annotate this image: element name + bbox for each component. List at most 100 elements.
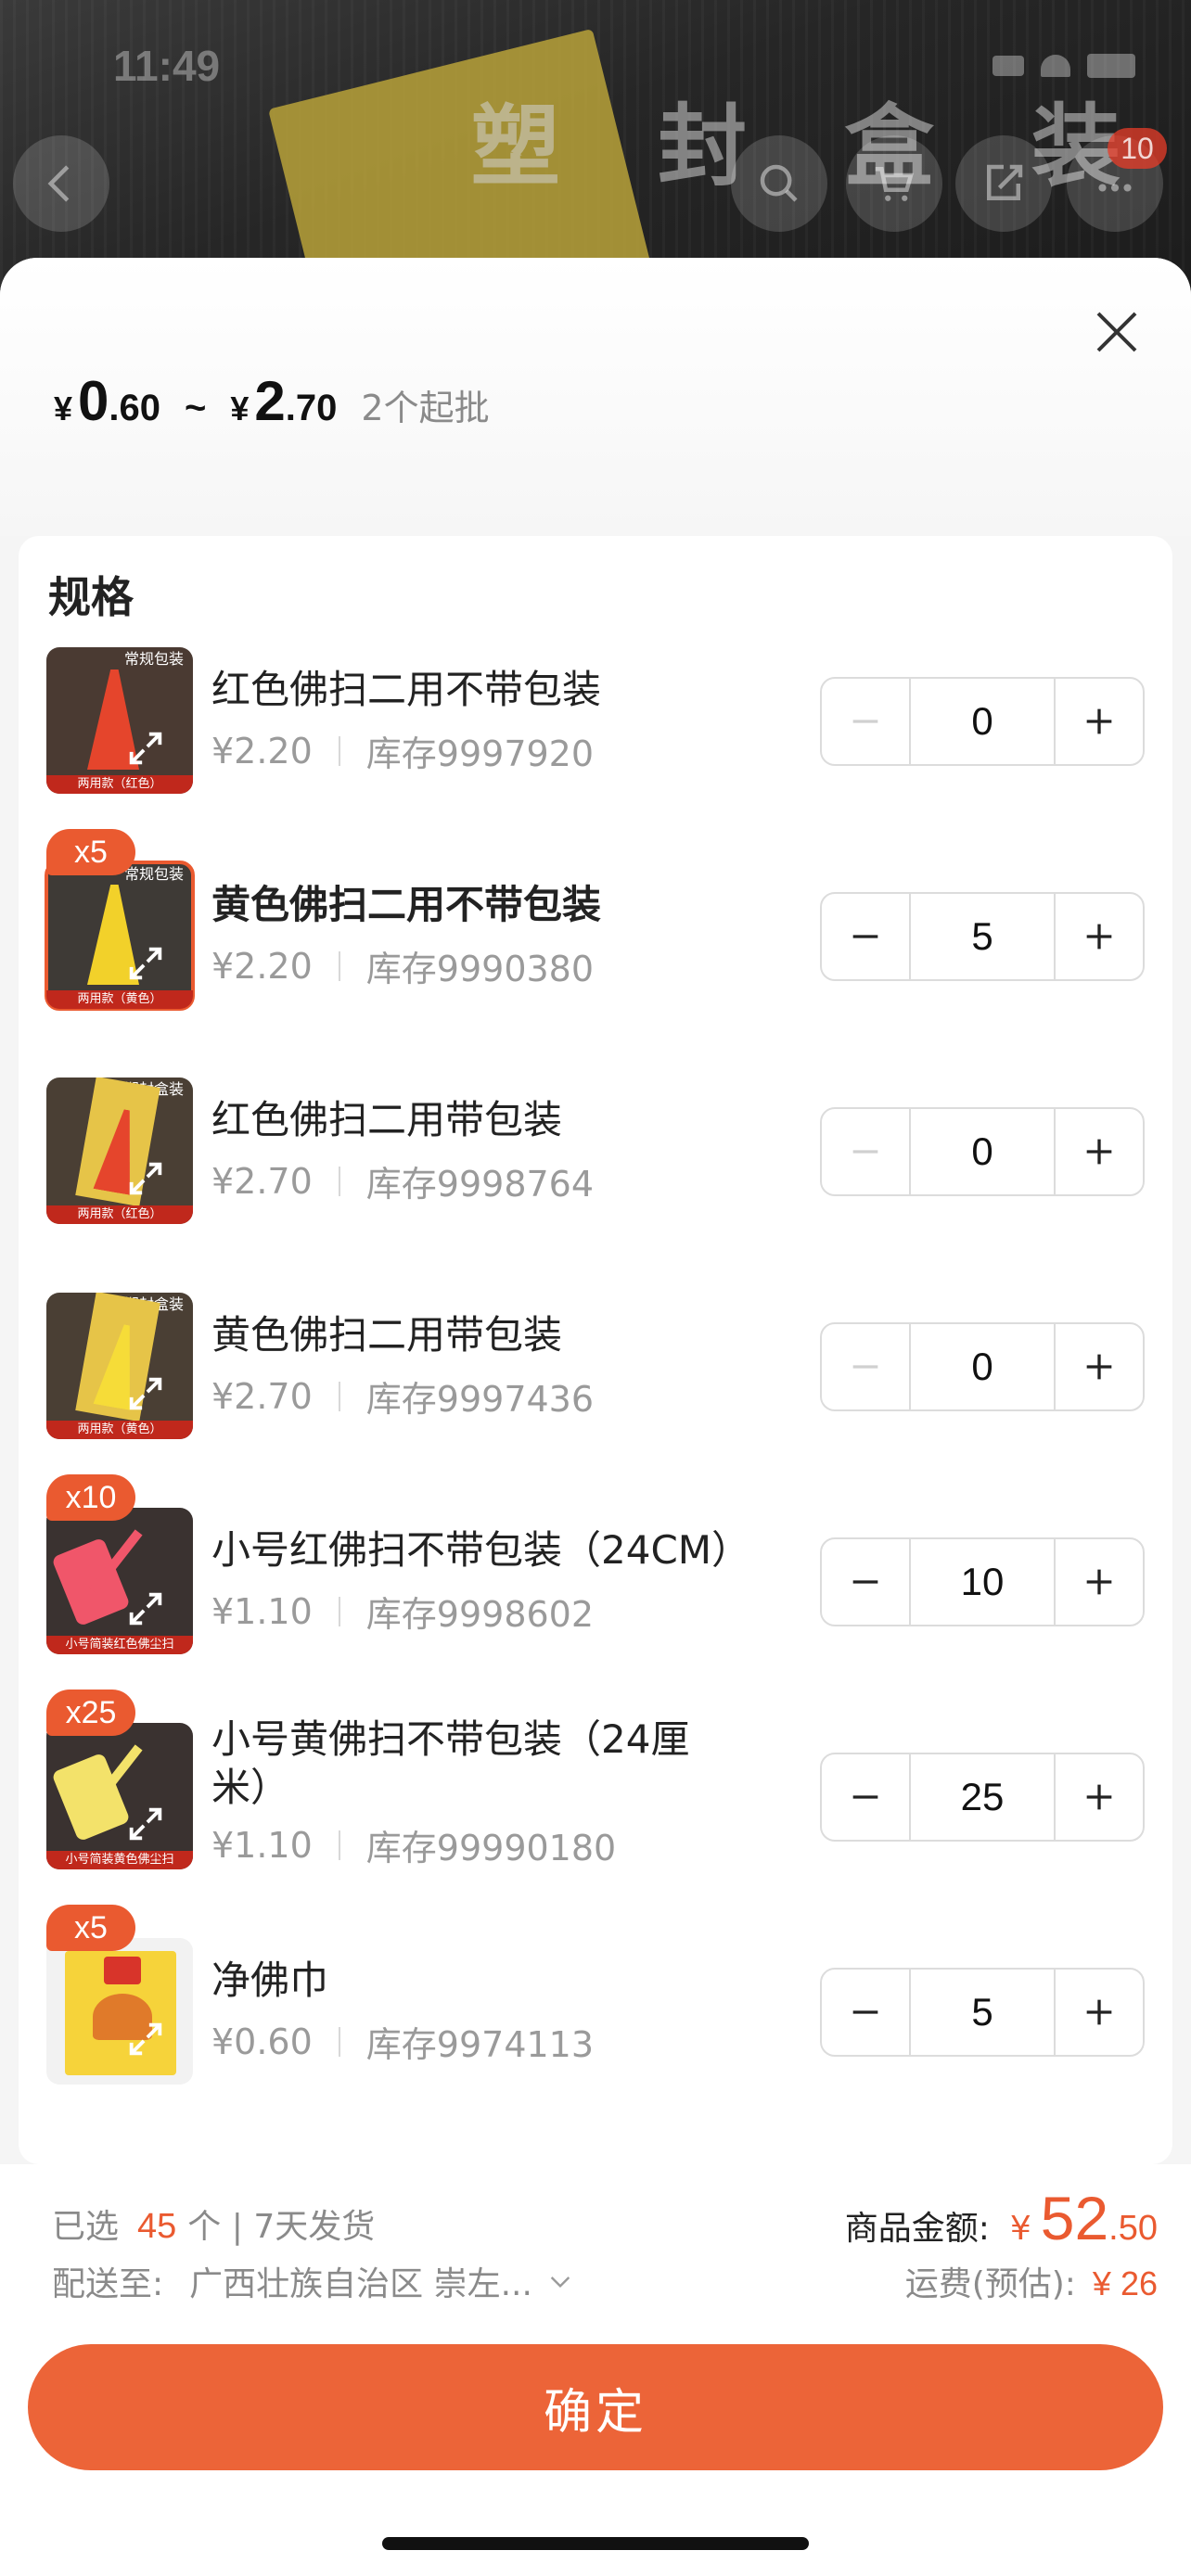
decrement-button[interactable]	[822, 1754, 909, 1840]
plus-icon	[1086, 1999, 1112, 2025]
thumb-footer: 两用款（黄色）	[46, 990, 193, 1009]
sku-name: 黄色佛扫二用带包装	[211, 1312, 563, 1358]
quantity-input[interactable]: 25	[909, 1754, 1056, 1840]
shipping-estimate: 运费(预估): ¥ 26	[905, 2257, 1158, 2305]
share-button[interactable]	[955, 135, 1052, 232]
sku-thumbnail[interactable]: 小号简装红色佛尘扫	[46, 1508, 193, 1654]
selected-summary: 已选 45 个 | 7天发货	[52, 2200, 375, 2248]
more-button[interactable]: 10	[1067, 128, 1167, 232]
sku-row[interactable]: 小号简装红色佛尘扫 x10 小号红佛扫不带包装（24CM） ¥1.10 库存99…	[19, 1474, 1172, 1654]
sku-thumbnail[interactable]: 常规包装 两用款（黄色）	[45, 861, 195, 1011]
increment-button[interactable]	[1056, 894, 1143, 979]
increment-button[interactable]	[1056, 1324, 1143, 1409]
quantity-input[interactable]: 5	[909, 1970, 1056, 2055]
decrement-button[interactable]	[822, 1324, 909, 1409]
decrement-button[interactable]	[822, 679, 909, 764]
price-separator: ~	[185, 388, 207, 428]
increment-button[interactable]	[1056, 1109, 1143, 1194]
divider	[338, 950, 340, 981]
quantity-stepper: 0	[820, 1107, 1145, 1196]
thumb-footer: 两用款（红色）	[46, 775, 193, 794]
sku-stock: 库存9997436	[365, 1379, 595, 1420]
thumb-footer: 小号简装黄色佛尘扫	[46, 1851, 193, 1869]
goods-amount: 商品金额: ¥ 52 .50	[845, 2183, 1158, 2253]
sku-thumbnail[interactable]	[46, 1938, 193, 2085]
thumb-footer: 两用款（黄色）	[46, 1421, 193, 1439]
plus-icon	[1086, 1569, 1112, 1595]
sku-row[interactable]: x5 净佛巾 ¥0.60 库存9974113 5	[19, 1905, 1172, 2085]
ship-to-selector[interactable]: 配送至: 广西壮族自治区 崇左...	[52, 2257, 575, 2305]
selected-qty-badge: x5	[46, 829, 135, 875]
expand-icon[interactable]	[124, 2018, 167, 2060]
sku-name: 小号红佛扫不带包装（24CM）	[211, 1527, 751, 1573]
decrement-button[interactable]	[822, 1109, 909, 1194]
divider	[338, 1166, 340, 1196]
quantity-stepper: 5	[820, 892, 1145, 981]
sku-meta: ¥2.20 库存9997920	[211, 725, 594, 776]
quantity-input[interactable]: 0	[909, 1324, 1056, 1409]
decrement-button[interactable]	[822, 1970, 909, 2055]
sku-meta: ¥1.10 库存9998602	[211, 1586, 594, 1637]
sku-name: 净佛巾	[211, 1958, 329, 2003]
minimum-order-quantity: 2个起批	[361, 388, 490, 428]
expand-icon[interactable]	[124, 727, 167, 770]
increment-button[interactable]	[1056, 679, 1143, 764]
sku-row[interactable]: 常规包装 两用款（红色） 红色佛扫二用不带包装 ¥2.20 库存9997920 …	[19, 647, 1172, 794]
quantity-stepper: 0	[820, 677, 1145, 766]
wifi-icon	[1041, 55, 1070, 77]
product-page-backdrop: 塑 封 盒 装 11:49 10	[0, 0, 1191, 297]
confirm-button[interactable]: 确定	[28, 2344, 1163, 2470]
sku-thumbnail[interactable]: 小号简装黄色佛尘扫	[46, 1723, 193, 1869]
sku-price: ¥2.70	[211, 1160, 313, 1202]
quantity-input[interactable]: 5	[909, 894, 1056, 979]
search-button[interactable]	[731, 135, 827, 232]
decrement-button[interactable]	[822, 1539, 909, 1625]
sku-row[interactable]: 小号简装黄色佛尘扫 x25 小号黄佛扫不带包装（24厘米） ¥1.10 库存99…	[19, 1690, 1172, 1869]
max-price-dec: .70	[285, 388, 338, 428]
selected-qty-badge: x5	[46, 1905, 135, 1951]
sku-thumbnail[interactable]: 常规包装 两用款（红色）	[46, 647, 193, 794]
expand-icon[interactable]	[124, 1157, 167, 1200]
quantity-input[interactable]: 0	[909, 679, 1056, 764]
expand-icon[interactable]	[124, 1803, 167, 1845]
back-button[interactable]	[13, 135, 109, 232]
ship-to-label: 配送至:	[52, 2265, 164, 2303]
minus-icon	[852, 1795, 878, 1799]
minus-icon	[852, 935, 878, 938]
sku-thumbnail[interactable]: 塑封盒装 两用款（红色）	[46, 1078, 193, 1224]
status-icons	[992, 54, 1135, 78]
sku-row[interactable]: 塑封盒装 两用款（红色） 红色佛扫二用带包装 ¥2.70 库存9998764 0	[19, 1078, 1172, 1224]
goods-amount-dec: .50	[1108, 2209, 1158, 2248]
expand-icon[interactable]	[124, 942, 167, 985]
chevron-down-icon[interactable]	[545, 2266, 575, 2296]
increment-button[interactable]	[1056, 1539, 1143, 1625]
cart-button[interactable]	[846, 135, 942, 232]
quantity-input[interactable]: 10	[909, 1539, 1056, 1625]
chevron-left-icon	[47, 165, 70, 202]
sku-selection-sheet: ¥ 0 .60 ~ ¥ 2 .70 2个起批 规格 常规包装 两用款（红色） 红…	[0, 258, 1191, 2576]
expand-icon[interactable]	[124, 1372, 167, 1415]
sku-thumbnail[interactable]: 塑封盒装 两用款（黄色）	[46, 1293, 193, 1439]
sku-row[interactable]: 常规包装 两用款（黄色） x5 黄色佛扫二用不带包装 ¥2.20 库存99903…	[19, 829, 1172, 1011]
sku-price: ¥2.20	[211, 945, 313, 987]
plus-icon	[1086, 924, 1112, 950]
ship-to-address[interactable]: 广西壮族自治区 崇左...	[189, 2257, 532, 2305]
goods-amount-int: 52	[1040, 2184, 1109, 2252]
close-icon[interactable]	[1089, 304, 1145, 360]
increment-button[interactable]	[1056, 1754, 1143, 1840]
divider	[338, 1381, 340, 1411]
battery-icon	[1087, 54, 1135, 78]
increment-button[interactable]	[1056, 1970, 1143, 2055]
divider	[338, 1596, 340, 1626]
expand-icon[interactable]	[124, 1588, 167, 1630]
cart-icon	[875, 167, 914, 201]
spec-card: 规格 常规包装 两用款（红色） 红色佛扫二用不带包装 ¥2.20 库存99979…	[19, 536, 1172, 2164]
currency-symbol: ¥	[230, 389, 250, 427]
goods-amount-label: 商品金额:	[844, 2210, 990, 2248]
quantity-input[interactable]: 0	[909, 1109, 1056, 1194]
currency-symbol: ¥	[1009, 2210, 1031, 2248]
sku-row[interactable]: 塑封盒装 两用款（黄色） 黄色佛扫二用带包装 ¥2.70 库存9997436 0	[19, 1293, 1172, 1439]
quantity-stepper: 10	[820, 1537, 1145, 1626]
divider	[338, 735, 340, 766]
decrement-button[interactable]	[822, 894, 909, 979]
